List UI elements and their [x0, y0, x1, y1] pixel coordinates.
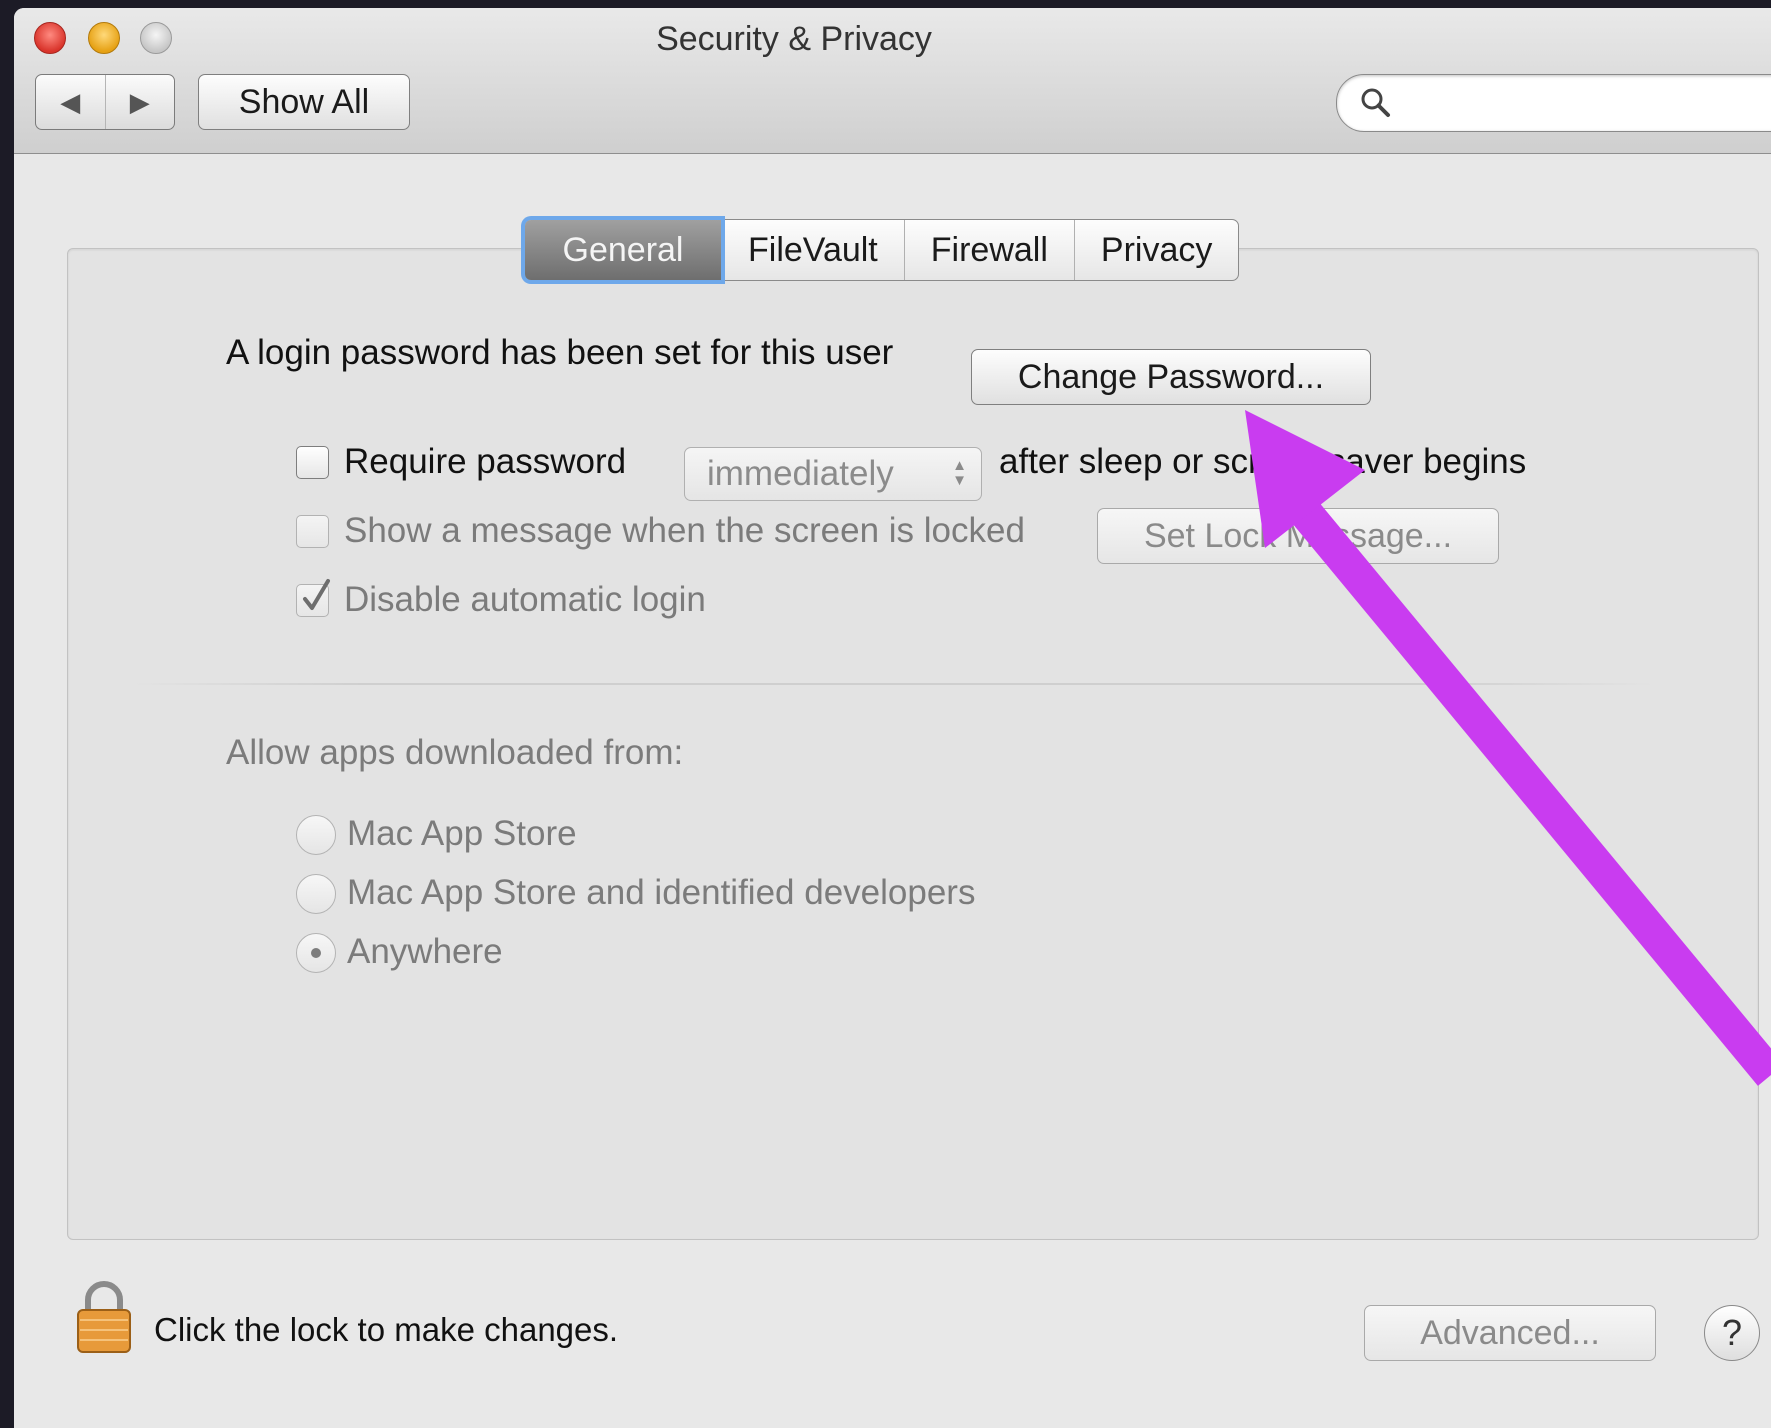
radio-identified-developers-label: Mac App Store and identified developers	[347, 873, 976, 912]
title-bar: Security & Privacy ◀ ▶ Show All	[14, 8, 1771, 154]
help-icon: ?	[1721, 1312, 1743, 1353]
search-icon	[1361, 88, 1390, 117]
back-forward-control: ◀ ▶	[35, 74, 175, 130]
radio-selected-dot	[311, 948, 321, 958]
search-field[interactable]	[1336, 74, 1771, 132]
back-button[interactable]: ◀	[36, 75, 105, 129]
forward-button[interactable]: ▶	[104, 75, 175, 129]
radio-mac-app-store[interactable]	[296, 815, 336, 855]
radio-identified-developers[interactable]	[296, 874, 336, 914]
require-password-checkbox[interactable]	[296, 446, 329, 479]
popup-arrows-icon: ▲ ▼	[952, 457, 967, 489]
window-title: Security & Privacy	[656, 20, 932, 58]
radio-mac-app-store-label: Mac App Store	[347, 814, 577, 853]
lock-hint-text: Click the lock to make changes.	[154, 1311, 619, 1348]
help-button[interactable]: ?	[1704, 1305, 1760, 1361]
show-lock-message-checkbox[interactable]	[296, 515, 329, 548]
show-all-button[interactable]: Show All	[198, 74, 410, 130]
forward-arrow-icon: ▶	[129, 86, 150, 117]
show-lock-message-label: Show a message when the screen is locked	[344, 511, 1025, 550]
allow-apps-heading: Allow apps downloaded from:	[226, 733, 684, 772]
disable-auto-login-label: Disable automatic login	[344, 580, 706, 619]
checkmark-icon	[303, 579, 330, 610]
tab-filevault[interactable]: FileVault	[721, 220, 904, 280]
back-arrow-icon: ◀	[60, 86, 81, 117]
tab-privacy[interactable]: Privacy	[1073, 220, 1238, 280]
change-password-button[interactable]: Change Password...	[971, 349, 1371, 405]
lock-icon[interactable]	[76, 1278, 132, 1354]
disable-auto-login-checkbox[interactable]	[296, 579, 330, 617]
security-privacy-window: Security & Privacy ◀ ▶ Show All General …	[14, 8, 1771, 1428]
tab-bar: General FileVault Firewall Privacy	[524, 219, 1240, 281]
radio-anywhere[interactable]	[296, 933, 336, 973]
set-lock-message-button[interactable]: Set Lock Message...	[1097, 508, 1499, 564]
require-password-label: Require password	[344, 442, 627, 481]
radio-anywhere-label: Anywhere	[347, 932, 503, 971]
password-delay-value: immediately	[707, 454, 894, 493]
section-divider	[134, 683, 1654, 685]
tab-firewall[interactable]: Firewall	[903, 220, 1074, 280]
login-password-status-text: A login password has been set for this u…	[226, 333, 894, 372]
tab-general[interactable]: General	[525, 220, 721, 280]
require-password-suffix: after sleep or screen saver begins	[999, 442, 1527, 481]
password-delay-popup[interactable]: immediately ▲ ▼	[684, 447, 982, 501]
advanced-button[interactable]: Advanced...	[1364, 1305, 1656, 1361]
